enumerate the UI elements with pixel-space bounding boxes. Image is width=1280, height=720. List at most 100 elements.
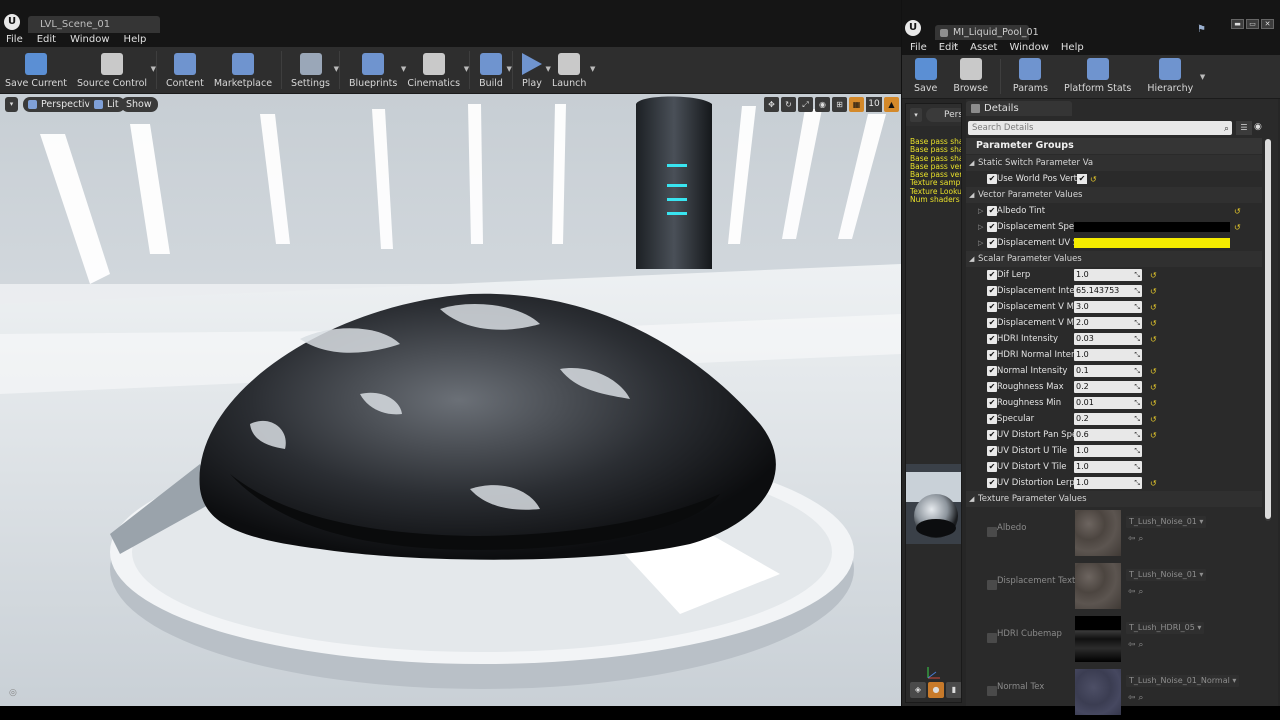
reset-to-default-icon[interactable]: ↺ xyxy=(1234,204,1241,220)
minimize-icon[interactable]: ▬ xyxy=(1231,19,1244,29)
spin-arrows-icon[interactable]: ⤡ xyxy=(1134,461,1140,473)
param-override-checkbox[interactable]: ✔ xyxy=(987,206,997,216)
reset-to-default-icon[interactable]: ↺ xyxy=(1150,396,1157,412)
reset-to-default-icon[interactable]: ↺ xyxy=(1150,476,1157,492)
spin-arrows-icon[interactable]: ⤡ xyxy=(1134,397,1140,409)
spin-arrows-icon[interactable]: ⤡ xyxy=(1134,333,1140,345)
spin-arrows-icon[interactable]: ⤡ xyxy=(1134,349,1140,361)
param-value-input[interactable]: 3.0 ⤡ xyxy=(1074,301,1142,313)
texture-thumbnail[interactable] xyxy=(1075,669,1121,715)
close-icon[interactable]: ✕ xyxy=(1261,19,1274,29)
param-override-checkbox[interactable]: ✔ xyxy=(987,174,997,184)
texture-asset-dropdown[interactable]: T_Lush_Noise_01_Normal ▾ xyxy=(1126,675,1240,687)
play-button[interactable]: Play ▼ xyxy=(517,47,551,93)
param-override-checkbox[interactable]: ✔ xyxy=(987,414,997,424)
details-tab[interactable]: Details xyxy=(966,101,1072,116)
view-options-icon[interactable]: ☰ xyxy=(1236,121,1252,135)
param-override-checkbox[interactable]: ✔ xyxy=(987,334,997,344)
param-override-checkbox[interactable]: ✔ xyxy=(987,238,997,248)
chevron-down-icon[interactable]: ▼ xyxy=(1200,73,1205,81)
spin-arrows-icon[interactable]: ⤡ xyxy=(1134,413,1140,425)
preview-plane-icon[interactable]: ▮ xyxy=(946,682,961,698)
param-override-checkbox[interactable]: ✔ xyxy=(987,302,997,312)
param-value-input[interactable]: 2.0 ⤡ xyxy=(1074,317,1142,329)
chevron-down-icon[interactable]: ▼ xyxy=(334,65,339,73)
params-button[interactable]: Params xyxy=(1005,55,1056,98)
material-tab[interactable]: MI_Liquid_Pool_01 * xyxy=(935,25,1039,53)
param-value-input[interactable]: 0.6 ⤡ xyxy=(1074,429,1142,441)
preview-perspective-button[interactable]: Pers xyxy=(926,108,961,122)
use-asset-icons[interactable]: ⇦ ⌕ xyxy=(1128,693,1143,703)
param-value-input[interactable]: 1.0 ⤡ xyxy=(1074,445,1142,457)
param-value-input[interactable]: 0.01 ⤡ xyxy=(1074,397,1142,409)
param-value-checkbox[interactable]: ✔ xyxy=(1077,174,1087,184)
blueprints-button[interactable]: Blueprints ▼ xyxy=(344,47,406,93)
param-value-input[interactable]: 1.0 ⤡ xyxy=(1074,269,1142,281)
param-value-input[interactable]: 0.1 ⤡ xyxy=(1074,365,1142,377)
chevron-down-icon[interactable]: ▼ xyxy=(590,65,595,73)
cinematics-button[interactable]: Cinematics ▼ xyxy=(402,47,469,93)
reset-to-default-icon[interactable]: ↺ xyxy=(1234,220,1241,236)
vector-group[interactable]: ◢ Vector Parameter Values xyxy=(966,187,1262,203)
editor-menu-edit[interactable]: Edit xyxy=(37,33,56,47)
viewport-options-button[interactable]: ▾ xyxy=(5,97,18,112)
use-asset-icons[interactable]: ⇦ ⌕ xyxy=(1128,640,1143,650)
reset-to-default-icon[interactable]: ↺ xyxy=(1150,428,1157,444)
texture-thumbnail[interactable] xyxy=(1075,563,1121,609)
reset-to-default-icon[interactable]: ↺ xyxy=(1090,172,1097,188)
param-override-checkbox[interactable] xyxy=(987,686,997,696)
param-override-checkbox[interactable]: ✔ xyxy=(987,318,997,328)
param-override-checkbox[interactable] xyxy=(987,633,997,643)
param-override-checkbox[interactable]: ✔ xyxy=(987,398,997,408)
viewport-tool-icon[interactable]: ⊞ xyxy=(832,97,847,112)
color-swatch[interactable] xyxy=(1074,238,1230,248)
save-button[interactable]: Save xyxy=(906,55,945,98)
reset-to-default-icon[interactable]: ↺ xyxy=(1150,300,1157,316)
maximize-icon[interactable]: ▭ xyxy=(1246,19,1259,29)
lit-button[interactable]: Lit xyxy=(89,97,125,112)
editor-menu-window[interactable]: Window xyxy=(70,33,109,47)
spin-arrows-icon[interactable]: ⤡ xyxy=(1134,269,1140,281)
material-menu-file[interactable]: File xyxy=(910,40,927,55)
level-tab[interactable]: LVL_Scene_01 xyxy=(28,16,160,33)
spin-arrows-icon[interactable]: ⤡ xyxy=(1134,429,1140,441)
hierarchy-button[interactable]: Hierarchy ▼ xyxy=(1139,55,1205,98)
param-override-checkbox[interactable] xyxy=(987,527,997,537)
param-value-input[interactable]: 65.143753 ⤡ xyxy=(1074,285,1142,297)
param-override-checkbox[interactable]: ✔ xyxy=(987,366,997,376)
param-value-input[interactable]: 1.0 ⤡ xyxy=(1074,461,1142,473)
camera-speed-icon[interactable]: ▲ xyxy=(884,97,899,112)
reset-to-default-icon[interactable]: ↺ xyxy=(1150,316,1157,332)
param-override-checkbox[interactable]: ✔ xyxy=(987,382,997,392)
material-preview-viewport[interactable]: ▾ Pers Base pass sha Base pass sha Base pa… xyxy=(905,103,962,703)
editor-menu-file[interactable]: File xyxy=(6,33,23,47)
reset-to-default-icon[interactable]: ↺ xyxy=(1150,268,1157,284)
build-button[interactable]: Build ▼ xyxy=(474,47,512,93)
expand-arrow-icon[interactable]: ▷ xyxy=(978,235,983,251)
color-swatch[interactable] xyxy=(1074,222,1230,232)
use-asset-icons[interactable]: ⇦ ⌕ xyxy=(1128,534,1143,544)
grid-snap-value[interactable]: 10 xyxy=(866,97,882,112)
chevron-down-icon[interactable]: ▼ xyxy=(464,65,469,73)
texture-asset-dropdown[interactable]: T_Lush_Noise_01 ▾ xyxy=(1126,516,1207,528)
pin-icon[interactable]: ⚑ xyxy=(1197,24,1206,35)
param-override-checkbox[interactable]: ✔ xyxy=(987,222,997,232)
param-value-input[interactable]: 0.2 ⤡ xyxy=(1074,381,1142,393)
material-menu-help[interactable]: Help xyxy=(1061,40,1084,55)
expand-arrow-icon[interactable]: ▷ xyxy=(978,219,983,235)
material-menu-asset[interactable]: Asset xyxy=(970,40,997,55)
level-viewport[interactable]: ▾ Perspective Lit Show ✥ ↻ ⤢ ◉ ⊞ ▦ 10 ▲ ◎ xyxy=(0,94,901,706)
scrollbar-thumb[interactable] xyxy=(1265,139,1271,519)
save-current-button[interactable]: Save Current xyxy=(0,47,72,93)
reset-to-default-icon[interactable]: ↺ xyxy=(1150,364,1157,380)
static-switch-group[interactable]: ◢ Static Switch Parameter Va xyxy=(966,155,1262,171)
spin-arrows-icon[interactable]: ⤡ xyxy=(1134,301,1140,313)
param-override-checkbox[interactable]: ✔ xyxy=(987,350,997,360)
texture-asset-dropdown[interactable]: T_Lush_HDRI_05 ▾ xyxy=(1126,622,1205,634)
details-scrollbar[interactable] xyxy=(1265,139,1271,521)
expand-arrow-icon[interactable]: ▷ xyxy=(978,203,983,219)
spin-arrows-icon[interactable]: ⤡ xyxy=(1134,477,1140,489)
preview-options-button[interactable]: ▾ xyxy=(910,108,922,122)
param-override-checkbox[interactable]: ✔ xyxy=(987,270,997,280)
source-control-button[interactable]: Source Control ▼ xyxy=(72,47,156,93)
